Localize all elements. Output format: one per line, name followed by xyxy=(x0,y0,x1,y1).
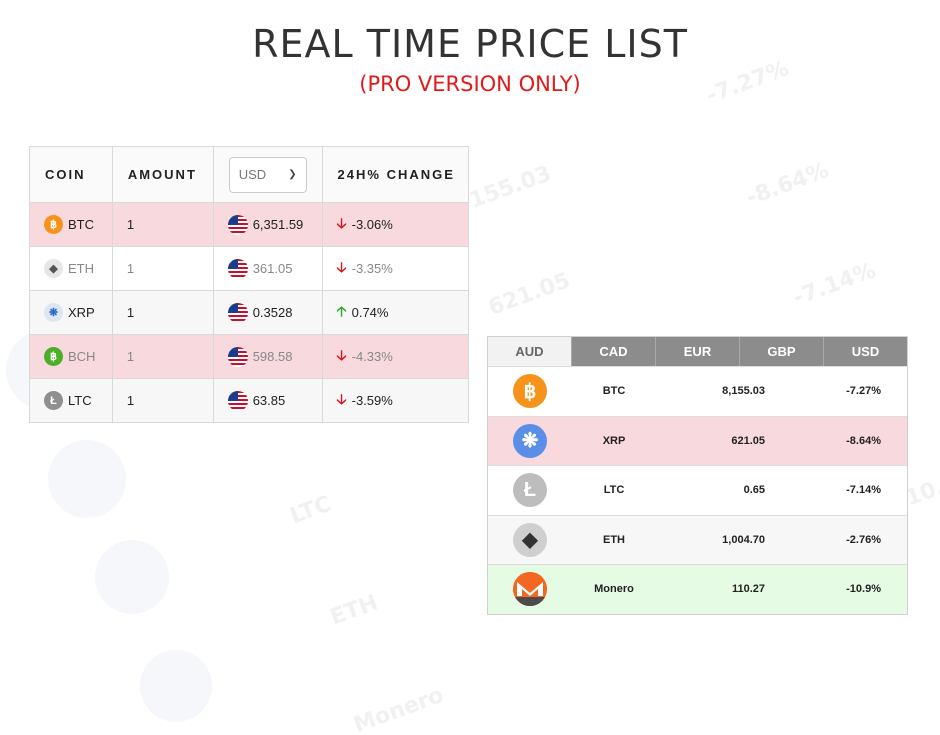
tab-usd[interactable]: USD xyxy=(823,337,907,366)
us-flag-icon xyxy=(227,390,248,411)
currency-select-value: USD xyxy=(238,167,267,182)
column-header-currency: USD ❯ xyxy=(212,146,323,203)
table-row[interactable]: ◆ ETH 1,004.70 -2.76% xyxy=(488,514,907,564)
litecoin-icon: Ł xyxy=(44,391,63,410)
table-row[interactable]: Ł LTC 0.65 -7.14% xyxy=(488,465,907,515)
coin-symbol: ETH xyxy=(68,261,94,276)
ethereum-icon: ◆ xyxy=(513,522,547,557)
coin-symbol: BTC xyxy=(68,217,94,232)
tab-gbp[interactable]: GBP xyxy=(739,337,823,366)
column-header-coin: COIN xyxy=(29,146,113,203)
coin-symbol: BCH xyxy=(68,349,96,364)
ripple-icon: ❋ xyxy=(44,303,63,322)
tab-cad[interactable]: CAD xyxy=(571,337,655,366)
arrow-down-icon: 🡣 xyxy=(336,214,347,231)
table-row[interactable]: ◆ ETH 1 361.05 🡣 -3.35% xyxy=(29,246,470,291)
currency-tabs: AUD CAD EUR GBP USD xyxy=(488,337,907,366)
watermark-circle xyxy=(95,540,169,614)
ethereum-icon: ◆ xyxy=(44,259,63,278)
watermark-text: LTC xyxy=(286,491,335,530)
table-row[interactable]: Monero 110.27 -10.9% xyxy=(488,564,907,614)
amount-cell: 1 xyxy=(111,202,214,247)
us-flag-icon xyxy=(227,346,248,367)
currency-select[interactable]: USD ❯ xyxy=(228,156,307,193)
price-value: 0.65 xyxy=(743,484,765,497)
price-value: 110.27 xyxy=(731,583,765,596)
watermark-text: Monero xyxy=(350,682,448,735)
coin-name: XRP xyxy=(602,434,626,447)
tab-eur[interactable]: EUR xyxy=(655,337,739,366)
price-value: 1,004.70 xyxy=(722,533,765,546)
watermark-text: ETH xyxy=(327,590,382,631)
change-value: 0.74% xyxy=(351,305,389,320)
coin-name: ETH xyxy=(603,533,625,546)
column-header-amount: AMOUNT xyxy=(111,146,214,203)
amount-cell: 1 xyxy=(111,246,214,291)
price-value: 8,155.03 xyxy=(722,385,765,398)
us-flag-icon xyxy=(227,258,248,279)
litecoin-icon: Ł xyxy=(513,473,547,508)
ripple-icon: ❋ xyxy=(513,423,547,458)
table-row[interactable]: ❋ XRP 1 0.3528 🡡 0.74% xyxy=(29,290,470,335)
amount-cell: 1 xyxy=(111,290,214,335)
table-row[interactable]: Ł LTC 1 63.85 🡣 -3.59% xyxy=(29,378,470,423)
price-value: 621.05 xyxy=(731,434,765,447)
coin-symbol: LTC xyxy=(68,393,92,408)
us-flag-icon xyxy=(227,214,248,235)
arrow-down-icon: 🡣 xyxy=(336,258,347,275)
change-value: -3.35% xyxy=(351,261,393,276)
page-title: REAL TIME PRICE LIST xyxy=(252,22,688,66)
change-value: -7.14% xyxy=(846,484,881,497)
watermark-circle xyxy=(140,650,212,722)
table-row[interactable]: ❋ XRP 621.05 -8.64% xyxy=(488,415,907,465)
coin-name: LTC xyxy=(603,484,625,497)
table-row[interactable]: ฿ BTC 1 6,351.59 🡣 -3.06% xyxy=(29,202,470,247)
change-value: -10.9% xyxy=(846,583,881,596)
table-row[interactable]: ฿ BCH 1 598.58 🡣 -4.33% xyxy=(29,334,470,379)
page-subtitle: (PRO VERSION ONLY) xyxy=(359,72,581,96)
chevron-down-icon: ❯ xyxy=(288,169,297,180)
arrow-up-icon: 🡡 xyxy=(336,302,347,319)
watermark-circle xyxy=(48,440,126,518)
change-value: -2.76% xyxy=(846,533,881,546)
change-value: -7.27% xyxy=(846,385,881,398)
coin-name: BTC xyxy=(602,385,626,398)
watermark-text: 155.03 xyxy=(466,161,555,214)
watermark-text: 621.05 xyxy=(485,268,574,321)
change-value: -8.64% xyxy=(846,434,881,447)
monero-icon xyxy=(513,572,547,607)
amount-cell: 1 xyxy=(111,378,214,423)
bitcoin-cash-icon: ฿ xyxy=(44,347,63,366)
bitcoin-icon: ฿ xyxy=(513,374,547,409)
price-value: 63.85 xyxy=(252,393,286,408)
price-table: COIN AMOUNT USD ❯ 24H% CHANGE ฿ BTC 1 6,3… xyxy=(29,146,470,423)
price-value: 361.05 xyxy=(252,261,293,276)
price-value: 598.58 xyxy=(252,349,293,364)
us-flag-icon xyxy=(227,302,248,323)
watermark-text: -8.64% xyxy=(743,158,833,211)
arrow-down-icon: 🡣 xyxy=(336,346,347,363)
watermark-text: -7.14% xyxy=(790,258,880,311)
tab-aud[interactable]: AUD xyxy=(488,337,571,366)
currency-price-table: AUD CAD EUR GBP USD ฿ BTC 8,155.03 -7.27… xyxy=(487,336,908,615)
table-row[interactable]: ฿ BTC 8,155.03 -7.27% xyxy=(488,366,907,416)
change-value: -3.59% xyxy=(351,393,393,408)
change-value: -3.06% xyxy=(351,217,393,232)
change-value: -4.33% xyxy=(351,349,393,364)
column-header-change: 24H% CHANGE xyxy=(321,146,470,203)
table-header-row: COIN AMOUNT USD ❯ 24H% CHANGE xyxy=(29,146,470,203)
coin-name: Monero xyxy=(594,583,634,596)
price-value: 0.3528 xyxy=(252,305,293,320)
watermark-text: 10.9 xyxy=(902,469,940,512)
bitcoin-icon: ฿ xyxy=(44,215,63,234)
price-value: 6,351.59 xyxy=(252,217,304,232)
amount-cell: 1 xyxy=(111,334,214,379)
coin-symbol: XRP xyxy=(68,305,95,320)
arrow-down-icon: 🡣 xyxy=(336,390,347,407)
